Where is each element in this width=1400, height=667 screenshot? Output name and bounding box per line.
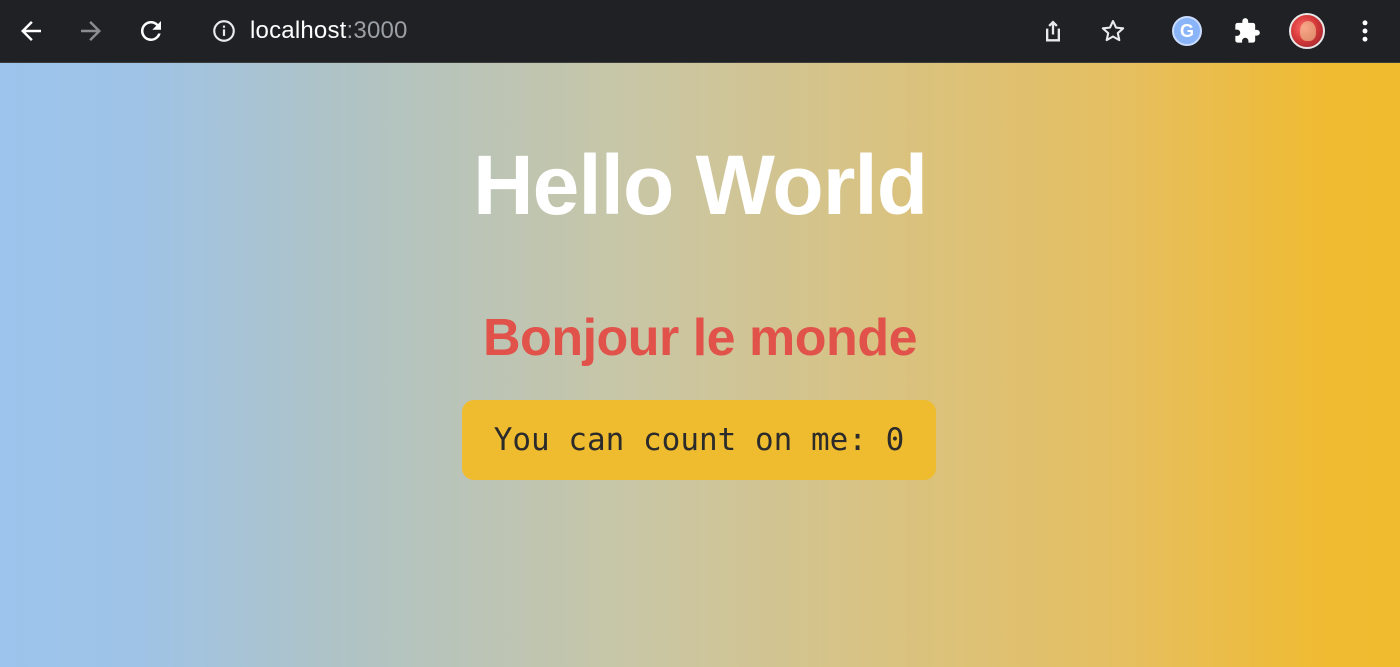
google-extension-icon: G (1172, 16, 1202, 46)
browser-menu-button[interactable] (1346, 12, 1384, 50)
page-subtitle: Bonjour le monde (483, 309, 918, 367)
arrow-right-icon (81, 21, 101, 41)
share-icon (1046, 20, 1060, 42)
extensions-button[interactable] (1228, 12, 1266, 50)
address-bar[interactable]: localhost:3000 (200, 10, 1020, 52)
avatar (1289, 13, 1325, 49)
profile-button[interactable] (1288, 12, 1326, 50)
kebab-menu-icon (1362, 20, 1368, 42)
arrow-left-icon (21, 21, 41, 41)
counter-button[interactable]: You can count on me: 0 (462, 400, 936, 480)
url-port: :3000 (346, 17, 408, 44)
url-host: localhost (250, 17, 347, 44)
reload-button[interactable] (132, 12, 170, 50)
share-button[interactable] (1034, 12, 1072, 50)
url-text[interactable]: localhost:3000 (250, 17, 408, 45)
bookmark-star-button[interactable] (1094, 12, 1132, 50)
back-button[interactable] (12, 12, 50, 50)
browser-toolbar: localhost:3000 G (0, 0, 1400, 63)
star-icon (1101, 20, 1125, 42)
reload-icon (140, 20, 161, 41)
page-viewport: Hello World Bonjour le monde You can cou… (0, 63, 1400, 667)
info-icon[interactable] (208, 15, 240, 47)
page-title: Hello World (472, 138, 928, 232)
google-extension-button[interactable]: G (1168, 12, 1206, 50)
forward-button[interactable] (72, 12, 110, 50)
puzzle-icon (1235, 18, 1260, 43)
